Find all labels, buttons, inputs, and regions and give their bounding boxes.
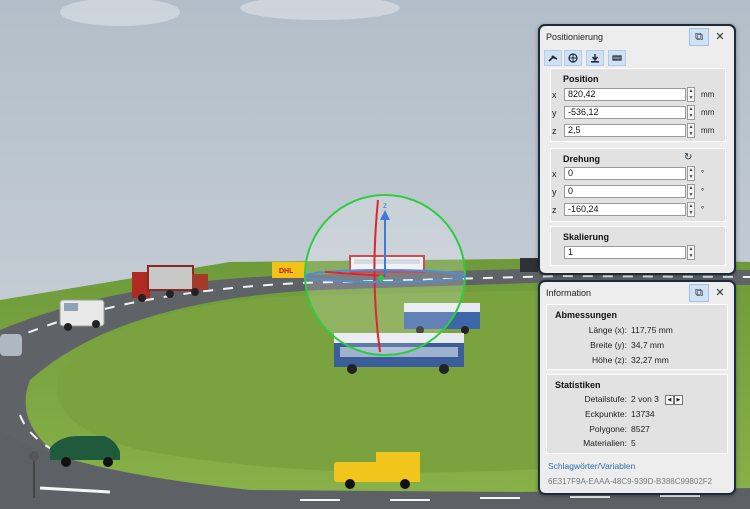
vertices-label: Eckpunkte: xyxy=(584,409,627,419)
position-y-input[interactable] xyxy=(564,106,686,119)
rotation-y-label: y xyxy=(552,186,557,197)
position-z-unit: mm xyxy=(701,126,715,135)
position-z-input[interactable] xyxy=(564,124,686,137)
transform-icon[interactable] xyxy=(544,50,562,66)
scale-input[interactable] xyxy=(564,246,686,259)
position-x-unit: mm xyxy=(701,90,715,99)
position-x-label: x xyxy=(552,89,557,100)
rotation-x-unit: ° xyxy=(701,169,705,178)
drop-to-ground-icon[interactable] xyxy=(586,50,604,66)
rotation-z-spinner[interactable]: ▲ ▼ xyxy=(687,202,695,217)
gizmo-z-label: z xyxy=(383,201,387,210)
length-value: 117,75 mm xyxy=(631,325,673,335)
rotation-z-input[interactable] xyxy=(564,203,686,216)
materials-label: Materialien: xyxy=(583,438,627,448)
width-label: Breite (y): xyxy=(590,340,627,350)
dimensions-heading: Abmessungen xyxy=(555,310,618,320)
position-x-input[interactable] xyxy=(564,88,686,101)
detail-level-label: Detailstufe: xyxy=(584,394,627,404)
position-z-label: z xyxy=(552,125,557,136)
rotation-z-unit: ° xyxy=(701,205,705,214)
height-label: Höhe (z): xyxy=(592,355,627,365)
truck-dark-far[interactable] xyxy=(520,258,538,272)
vertices-value: 13734 xyxy=(631,409,655,419)
popout-icon[interactable]: ⧉ xyxy=(689,28,709,46)
rotation-x-spinner[interactable]: ▲ ▼ xyxy=(687,166,695,181)
information-title: Information xyxy=(546,288,592,298)
scale-heading: Skalierung xyxy=(563,232,610,242)
rotation-y-input[interactable] xyxy=(564,185,686,198)
rotation-heading: Drehung xyxy=(563,154,600,164)
rotation-x-input[interactable] xyxy=(564,167,686,180)
rotation-x-label: x xyxy=(552,168,557,179)
dhl-label: DHL xyxy=(279,268,294,275)
polygons-value: 8527 xyxy=(631,424,650,434)
globe-icon[interactable] xyxy=(564,50,582,66)
position-heading: Position xyxy=(563,74,599,84)
rotation-y-unit: ° xyxy=(701,187,705,196)
rotation-y-spinner[interactable]: ▲ ▼ xyxy=(687,184,695,199)
close-icon[interactable]: ✕ xyxy=(711,284,729,300)
materials-value: 5 xyxy=(631,438,636,448)
reset-rotation-icon[interactable]: ↻ xyxy=(684,152,692,163)
position-y-label: y xyxy=(552,107,557,118)
position-z-spinner[interactable]: ▲ ▼ xyxy=(687,123,695,138)
polygons-label: Polygone: xyxy=(589,424,627,434)
length-label: Länge (x): xyxy=(588,325,627,335)
position-y-spinner[interactable]: ▲ ▼ xyxy=(687,105,695,120)
dhl-van[interactable]: DHL xyxy=(272,262,306,278)
information-panel: Information ⧉ ✕ Abmessungen Länge (x): 11… xyxy=(538,280,736,495)
detail-level-value: 2 von 3 xyxy=(631,394,659,404)
position-y-unit: mm xyxy=(701,108,715,117)
width-value: 34,7 mm xyxy=(631,340,665,350)
positioning-title: Positionierung xyxy=(546,32,604,42)
positioning-panel: Positionierung ⧉ ✕ Position x ▲▼ mm y ▲▼… xyxy=(538,24,736,275)
keywords-variables-link[interactable]: Schlagwörter/Variablen xyxy=(548,461,635,471)
scale-spinner[interactable]: ▲ ▼ xyxy=(687,245,695,260)
statistics-heading: Statistiken xyxy=(555,380,601,390)
detail-level-stepper[interactable]: ◀ ▶ xyxy=(664,394,683,405)
popout-icon[interactable]: ⧉ xyxy=(689,284,709,302)
van-white[interactable] xyxy=(59,299,105,331)
object-guid: 6E317F9A-EAAA-48C9-939D-B388C99802F2 xyxy=(548,477,713,486)
rotation-z-label: z xyxy=(552,204,557,215)
close-icon[interactable]: ✕ xyxy=(711,28,729,44)
car-left[interactable] xyxy=(0,334,22,356)
position-x-spinner[interactable]: ▲ ▼ xyxy=(687,87,695,102)
height-value: 32,27 mm xyxy=(631,355,669,365)
transform-gizmo[interactable]: z xyxy=(304,194,466,356)
grid-icon[interactable] xyxy=(608,50,626,66)
